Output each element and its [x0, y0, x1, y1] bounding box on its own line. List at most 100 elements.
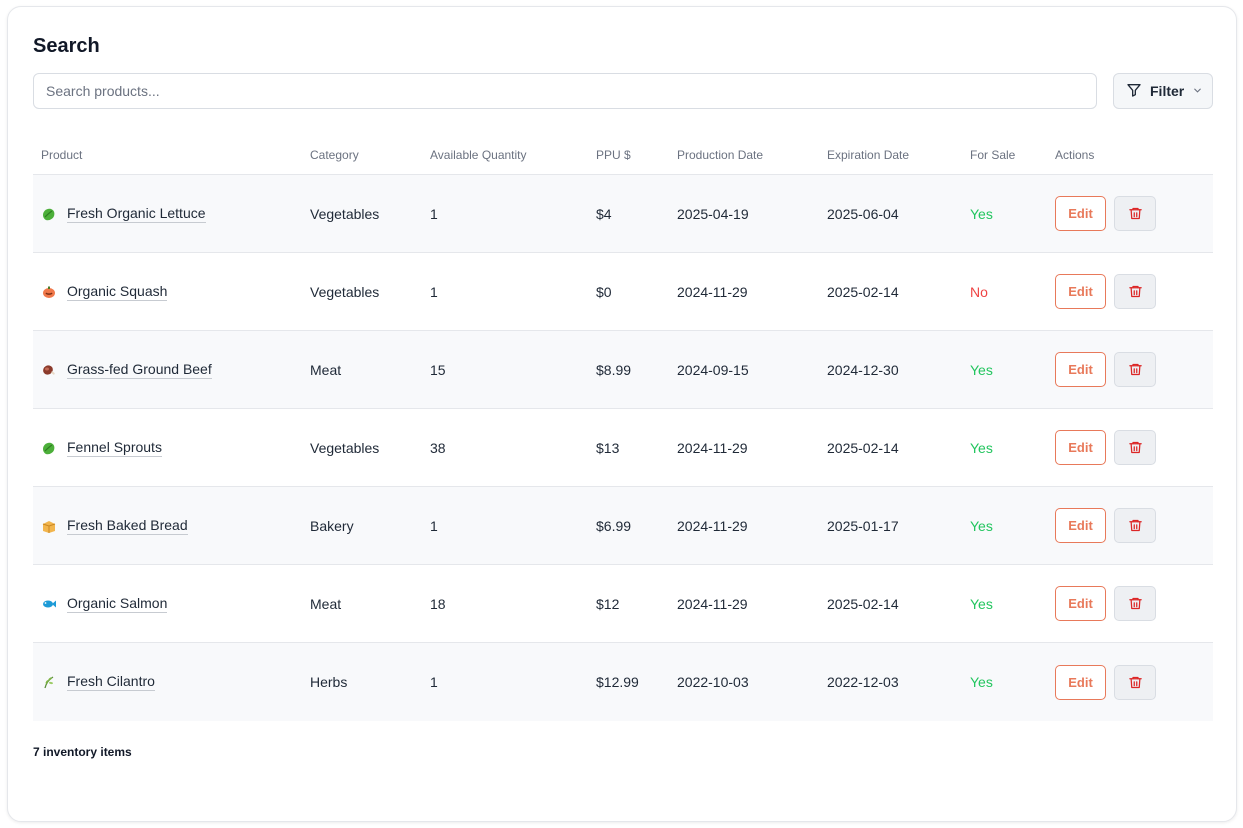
delete-button[interactable]	[1114, 664, 1156, 700]
product-name-link[interactable]: Organic Salmon	[67, 595, 168, 613]
actions-cell: Edit	[1047, 352, 1213, 387]
table-row: Fresh Organic Lettuce Vegetables 1 $4 2025-0…	[33, 175, 1213, 253]
lettuce-icon	[41, 206, 57, 222]
lettuce-icon	[41, 440, 57, 456]
column-header-ppu[interactable]: PPU $	[588, 148, 669, 162]
delete-button[interactable]	[1114, 508, 1156, 543]
product-name-link[interactable]: Fresh Cilantro	[67, 673, 155, 691]
product-cell: Organic Squash	[33, 283, 302, 301]
edit-button[interactable]: Edit	[1055, 352, 1106, 387]
table-body: Fresh Organic Lettuce Vegetables 1 $4 2025-0…	[33, 175, 1213, 721]
for-sale-cell: Yes	[970, 674, 993, 690]
table-row: Fennel Sprouts Vegetables 38 $13 2024-11-29 2…	[33, 409, 1213, 487]
edit-button[interactable]: Edit	[1055, 430, 1106, 465]
expiration-date-cell: 2024-12-30	[827, 361, 899, 378]
filter-icon	[1126, 82, 1142, 101]
column-header-production-date[interactable]: Production Date	[669, 148, 819, 162]
product-cell: Organic Salmon	[33, 595, 302, 613]
chevron-down-icon	[1192, 83, 1203, 99]
edit-button[interactable]: Edit	[1055, 664, 1106, 700]
quantity-cell: 1	[430, 205, 438, 222]
column-header-for-sale[interactable]: For Sale	[962, 148, 1047, 162]
category-cell: Herbs	[310, 674, 348, 690]
trash-icon	[1128, 362, 1143, 377]
trash-icon	[1128, 440, 1143, 455]
for-sale-cell: Yes	[970, 439, 993, 456]
quantity-cell: 38	[430, 439, 446, 456]
inventory-count: 7 inventory items	[33, 745, 132, 759]
for-sale-cell: Yes	[970, 595, 993, 612]
for-sale-cell: Yes	[970, 361, 993, 378]
category-cell: Vegetables	[310, 205, 380, 222]
ppu-cell: $13	[596, 439, 620, 456]
page-title: Search	[33, 35, 100, 57]
category-cell: Vegetables	[310, 439, 380, 456]
table-header: Product Category Available Quantity PPU …	[33, 135, 1213, 175]
search-input[interactable]	[33, 73, 1097, 109]
product-name-link[interactable]: Grass-fed Ground Beef	[67, 361, 212, 379]
expiration-date-cell: 2025-02-14	[827, 439, 899, 456]
edit-button[interactable]: Edit	[1055, 196, 1106, 231]
table-row: Grass-fed Ground Beef Meat 15 $8.99 2024-09-…	[33, 331, 1213, 409]
column-header-quantity[interactable]: Available Quantity	[422, 148, 588, 162]
quantity-cell: 15	[430, 361, 446, 378]
search-card: Search Filter Product Category Available…	[7, 6, 1237, 822]
trash-icon	[1128, 284, 1143, 299]
product-cell: Grass-fed Ground Beef	[33, 361, 302, 379]
expiration-date-cell: 2025-06-04	[827, 205, 899, 222]
fish-icon	[41, 596, 57, 612]
delete-button[interactable]	[1114, 352, 1156, 387]
category-cell: Bakery	[310, 517, 354, 534]
expiration-date-cell: 2025-01-17	[827, 517, 899, 534]
product-cell: Fennel Sprouts	[33, 439, 302, 457]
production-date-cell: 2024-11-29	[677, 439, 748, 456]
product-name-link[interactable]: Fresh Organic Lettuce	[67, 205, 206, 223]
column-header-actions: Actions	[1055, 147, 1095, 162]
expiration-date-cell: 2025-02-14	[827, 283, 899, 300]
trash-icon	[1128, 596, 1143, 611]
product-name-link[interactable]: Fennel Sprouts	[67, 439, 162, 457]
filter-button[interactable]: Filter	[1113, 73, 1213, 109]
category-cell: Vegetables	[310, 283, 380, 300]
inventory-table: Product Category Available Quantity PPU …	[33, 135, 1213, 721]
edit-button[interactable]: Edit	[1055, 508, 1106, 543]
delete-button[interactable]	[1114, 430, 1156, 465]
column-header-category[interactable]: Category	[302, 148, 422, 162]
category-cell: Meat	[310, 361, 342, 378]
delete-button[interactable]	[1114, 274, 1156, 309]
production-date-cell: 2024-09-15	[677, 361, 749, 378]
trash-icon	[1128, 518, 1143, 533]
production-date-cell: 2024-11-29	[677, 517, 748, 534]
table-row: Fresh Cilantro Herbs 1 $12.99 2022-10-03 2022…	[33, 643, 1213, 721]
edit-button[interactable]: Edit	[1055, 274, 1106, 309]
product-cell: Fresh Baked Bread	[33, 517, 302, 535]
actions-cell: Edit	[1047, 430, 1213, 465]
for-sale-cell: Yes	[970, 517, 993, 534]
category-cell: Meat	[310, 595, 342, 612]
quantity-cell: 18	[430, 595, 446, 612]
squash-icon	[41, 284, 57, 300]
actions-cell: Edit	[1047, 274, 1213, 309]
for-sale-cell: No	[970, 283, 988, 300]
delete-button[interactable]	[1114, 586, 1156, 621]
table-row: Fresh Baked Bread Bakery 1 $6.99 2024-11-29 2…	[33, 487, 1213, 565]
product-name-link[interactable]: Organic Squash	[67, 283, 168, 301]
product-cell: Fresh Organic Lettuce	[33, 205, 302, 223]
ppu-cell: $6.99	[596, 517, 632, 534]
actions-cell: Edit	[1047, 508, 1213, 543]
ppu-cell: $4	[596, 205, 612, 222]
production-date-cell: 2025-04-19	[677, 205, 749, 222]
ppu-cell: $0	[596, 283, 612, 300]
column-header-expiration-date[interactable]: Expiration Date	[819, 148, 962, 162]
trash-icon	[1128, 675, 1143, 690]
table-row: Organic Squash Vegetables 1 $0 2024-11-29 202…	[33, 253, 1213, 331]
product-name-link[interactable]: Fresh Baked Bread	[67, 517, 188, 535]
quantity-cell: 1	[430, 517, 438, 534]
ppu-cell: $12	[596, 595, 620, 612]
edit-button[interactable]: Edit	[1055, 586, 1106, 621]
delete-button[interactable]	[1114, 196, 1156, 231]
actions-cell: Edit	[1047, 664, 1213, 700]
trash-icon	[1128, 206, 1143, 221]
column-header-product[interactable]: Product	[33, 148, 302, 162]
ppu-cell: $8.99	[596, 361, 632, 378]
